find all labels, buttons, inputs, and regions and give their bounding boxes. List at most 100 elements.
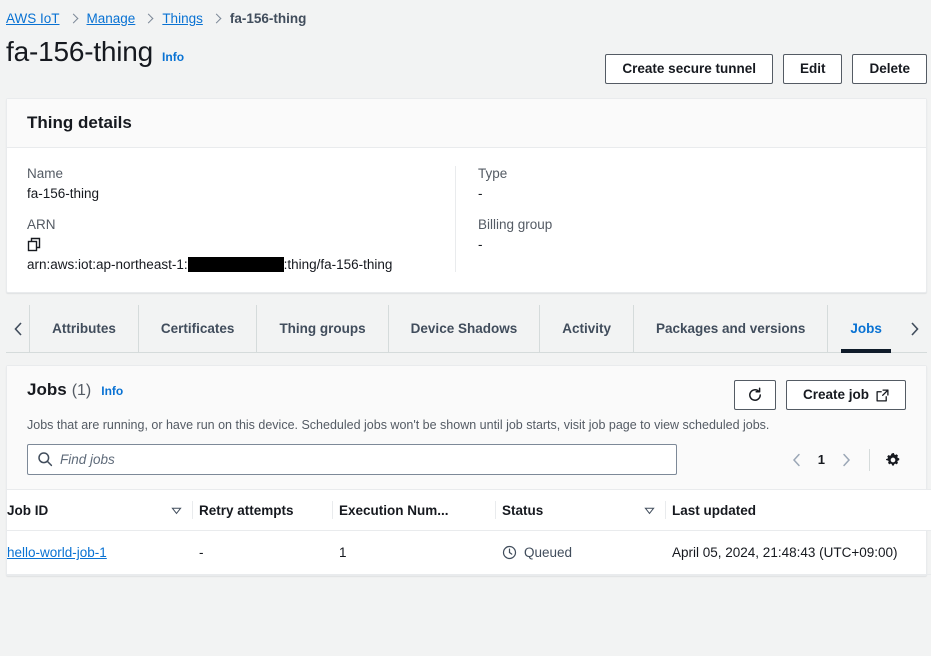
jobs-toolbar: 1 bbox=[7, 444, 926, 489]
page-title-wrap: fa-156-thing Info bbox=[6, 17, 184, 89]
field-type-label: Type bbox=[478, 166, 508, 181]
field-arn-label: ARN bbox=[27, 217, 56, 232]
column-header-retry-attempts[interactable]: Retry attempts bbox=[199, 489, 339, 531]
column-header-status[interactable]: Status bbox=[502, 489, 672, 531]
jobs-panel-header: Jobs (1) Info Create job Jobs that are r… bbox=[7, 366, 926, 444]
column-header-last-updated-label: Last updated bbox=[672, 502, 757, 518]
pagination-page-1[interactable]: 1 bbox=[810, 452, 833, 467]
tab-device-shadows-label: Device Shadows bbox=[410, 321, 518, 336]
tab-activity[interactable]: Activity bbox=[539, 305, 633, 352]
external-link-icon bbox=[876, 388, 889, 402]
status-label: Queued bbox=[524, 545, 573, 560]
chevron-left-icon bbox=[793, 453, 801, 466]
jobs-table-body: hello-world-job-1 - 1 Queued April 05, 2… bbox=[7, 530, 931, 575]
jobs-table: Job ID Retry attempts Execution Num... S… bbox=[7, 489, 931, 575]
pagination-next-button[interactable] bbox=[833, 447, 859, 473]
gear-icon bbox=[885, 452, 900, 466]
pagination-previous-button[interactable] bbox=[784, 447, 810, 473]
tab-device-shadows[interactable]: Device Shadows bbox=[387, 305, 540, 352]
delete-button[interactable]: Delete bbox=[852, 54, 927, 84]
breadcrumb-separator-icon bbox=[69, 12, 78, 26]
jobs-panel: Jobs (1) Info Create job Jobs that are r… bbox=[6, 365, 931, 576]
pagination-divider bbox=[869, 448, 870, 471]
thing-details-column-right: Type - Billing group - bbox=[455, 166, 906, 272]
page-header: fa-156-thing Info Create secure tunnel E… bbox=[0, 30, 931, 88]
pagination: 1 bbox=[784, 447, 906, 473]
cell-last-updated: April 05, 2024, 21:48:43 (UTC+09:00) bbox=[672, 530, 931, 575]
tab-jobs-label: Jobs bbox=[850, 321, 882, 336]
refresh-button[interactable] bbox=[733, 380, 776, 410]
tab-thing-groups-label: Thing groups bbox=[279, 321, 366, 336]
page-title: fa-156-thing bbox=[6, 36, 154, 68]
jobs-panel-actions: Create job bbox=[733, 380, 906, 410]
column-header-job-id-label: Job ID bbox=[7, 502, 49, 518]
field-billing-group: Billing group - bbox=[478, 217, 890, 252]
thing-details-grid: Name fa-156-thing ARN arn:aws:iot:ap-nor… bbox=[27, 166, 906, 272]
jobs-table-header-row: Job ID Retry attempts Execution Num... S… bbox=[7, 489, 931, 531]
copy-icon[interactable] bbox=[27, 237, 43, 253]
field-name-label: Name bbox=[27, 166, 64, 181]
refresh-icon bbox=[749, 387, 761, 401]
tab-certificates[interactable]: Certificates bbox=[137, 305, 257, 352]
tab-attributes-label: Attributes bbox=[52, 321, 116, 336]
column-header-execution-number[interactable]: Execution Num... bbox=[339, 489, 502, 531]
tabs-list: Attributes Certificates Thing groups Dev… bbox=[29, 305, 904, 353]
column-header-last-updated[interactable]: Last updated bbox=[672, 489, 931, 531]
tabs-scroll-left-button[interactable] bbox=[6, 305, 29, 352]
cell-job-id: hello-world-job-1 bbox=[7, 530, 199, 575]
page-info-link[interactable]: Info bbox=[162, 50, 184, 64]
thing-details-column-left: Name fa-156-thing ARN arn:aws:iot:ap-nor… bbox=[27, 166, 455, 272]
tab-packages-and-versions[interactable]: Packages and versions bbox=[633, 305, 827, 352]
jobs-count: (1) bbox=[71, 382, 92, 399]
sort-icon bbox=[644, 507, 655, 514]
field-name-value: fa-156-thing bbox=[27, 186, 100, 201]
field-arn: ARN arn:aws:iot:ap-northeast-1: :thing/fa… bbox=[27, 217, 439, 272]
chevron-left-icon bbox=[13, 321, 22, 336]
thing-details-card: Thing details Name fa-156-thing ARN arn:… bbox=[6, 98, 927, 293]
column-header-status-label: Status bbox=[502, 502, 544, 518]
edit-button[interactable]: Edit bbox=[782, 54, 843, 84]
tab-thing-groups[interactable]: Thing groups bbox=[256, 305, 387, 352]
thing-details-heading: Thing details bbox=[27, 113, 132, 132]
table-settings-button[interactable] bbox=[880, 447, 906, 473]
tab-attributes[interactable]: Attributes bbox=[29, 305, 138, 352]
arn-redacted-account-id bbox=[187, 257, 284, 272]
arn-suffix: :thing/fa-156-thing bbox=[283, 257, 393, 272]
breadcrumb-separator-icon bbox=[144, 12, 153, 26]
search-box bbox=[27, 444, 677, 475]
cell-status: Queued bbox=[502, 530, 672, 575]
tab-jobs[interactable]: Jobs bbox=[827, 305, 904, 353]
tab-bar: Attributes Certificates Thing groups Dev… bbox=[6, 305, 927, 353]
arn-prefix: arn:aws:iot:ap-northeast-1: bbox=[27, 257, 188, 272]
tab-activity-label: Activity bbox=[562, 321, 611, 336]
thing-details-body: Name fa-156-thing ARN arn:aws:iot:ap-nor… bbox=[7, 148, 926, 292]
field-type: Type - bbox=[478, 166, 890, 201]
jobs-panel-title: Jobs bbox=[27, 380, 67, 399]
create-secure-tunnel-button[interactable]: Create secure tunnel bbox=[605, 54, 773, 84]
table-row: hello-world-job-1 - 1 Queued April 05, 2… bbox=[7, 530, 931, 575]
create-job-button[interactable]: Create job bbox=[785, 380, 906, 410]
status-badge: Queued bbox=[502, 545, 666, 560]
column-header-retry-attempts-label: Retry attempts bbox=[199, 502, 294, 518]
search-input[interactable] bbox=[27, 444, 677, 475]
header-actions: Create secure tunnel Edit Delete bbox=[605, 54, 927, 88]
sort-icon bbox=[171, 507, 182, 514]
create-job-label: Create job bbox=[802, 387, 869, 402]
field-billing-group-value: - bbox=[478, 237, 483, 252]
jobs-title-row: Jobs (1) Info bbox=[27, 380, 123, 400]
jobs-info-link[interactable]: Info bbox=[101, 384, 123, 398]
jobs-table-head: Job ID Retry attempts Execution Num... S… bbox=[7, 489, 931, 531]
thing-details-header: Thing details bbox=[7, 99, 926, 148]
cell-execution-number: 1 bbox=[339, 530, 502, 575]
field-name: Name fa-156-thing bbox=[27, 166, 439, 201]
column-header-job-id[interactable]: Job ID bbox=[7, 489, 199, 531]
breadcrumb-item-current: fa-156-thing bbox=[229, 11, 307, 26]
field-billing-group-label: Billing group bbox=[478, 217, 553, 232]
field-type-value: - bbox=[478, 186, 483, 201]
cell-retry-attempts: - bbox=[199, 530, 339, 575]
field-arn-value: arn:aws:iot:ap-northeast-1: :thing/fa-156… bbox=[27, 257, 439, 272]
jobs-panel-description: Jobs that are running, or have run on th… bbox=[27, 418, 770, 432]
tabs-scroll-right-button[interactable] bbox=[904, 305, 927, 352]
chevron-right-icon bbox=[911, 321, 920, 336]
job-id-link[interactable]: hello-world-job-1 bbox=[7, 545, 107, 560]
